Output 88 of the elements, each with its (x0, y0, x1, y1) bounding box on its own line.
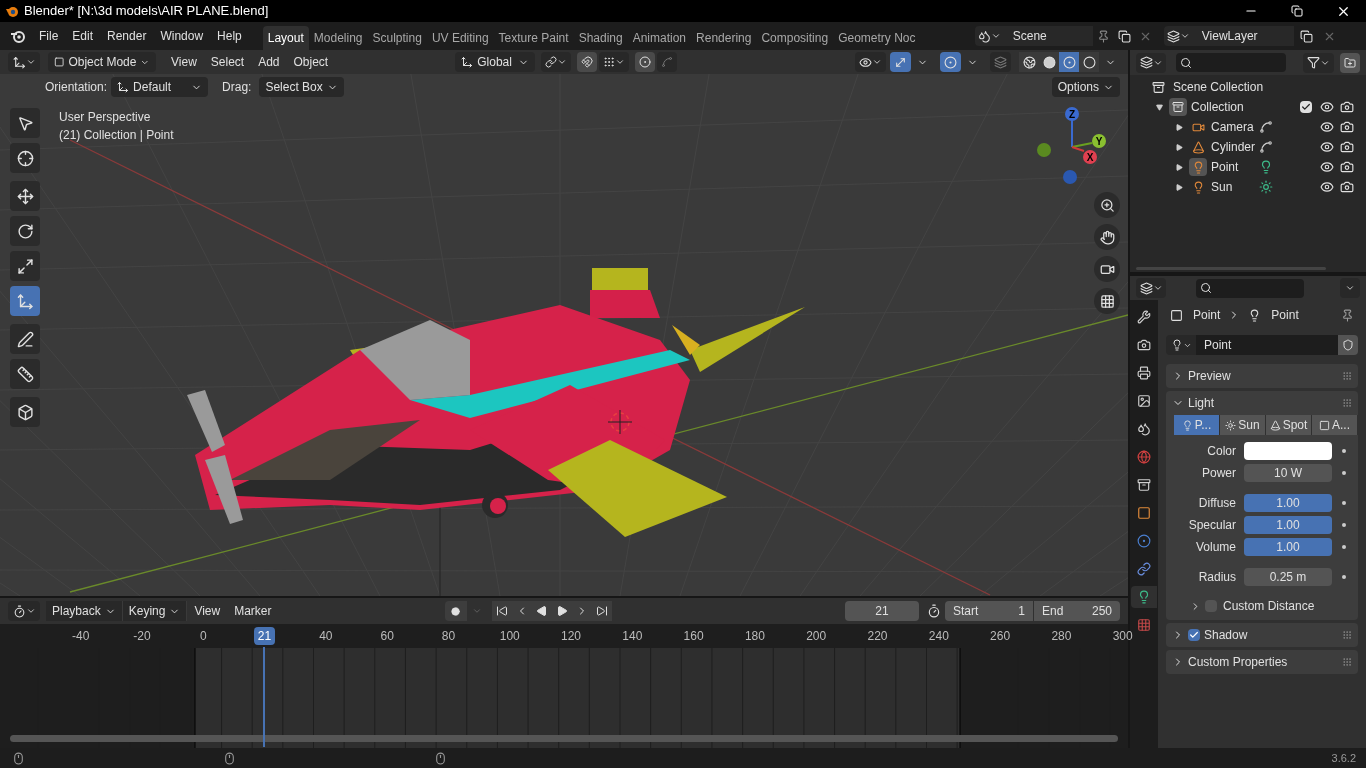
light-type-tab[interactable]: Spot (1266, 415, 1312, 435)
menu-item[interactable]: Edit (65, 25, 101, 47)
end-frame-field[interactable]: End 250 (1034, 601, 1120, 621)
workspace-tab[interactable]: Modeling (308, 26, 368, 50)
viewport-info: (21) Collection | Point (59, 127, 174, 144)
workspace-tab[interactable]: UV Editing (426, 26, 494, 50)
menu-item[interactable]: File (32, 25, 66, 47)
tree-item[interactable]: Scene Collection (1173, 78, 1264, 96)
frame-number: 140 (622, 628, 643, 645)
orientation-dropdown[interactable]: Default (111, 77, 209, 97)
factor-slider[interactable]: 1.00 (1244, 516, 1332, 534)
options-dropdown[interactable]: Options (1051, 77, 1120, 97)
frame-number: 220 (867, 628, 888, 645)
frame-number: 120 (561, 628, 582, 645)
frame-number: 160 (683, 628, 704, 645)
field-label: Power (1201, 465, 1237, 482)
panel-title[interactable]: Shadow (1204, 626, 1248, 644)
menu-item[interactable]: View (164, 52, 204, 72)
frame-number: 200 (806, 628, 827, 645)
factor-slider[interactable]: 1.00 (1244, 494, 1332, 512)
frame-number: 300 (1112, 628, 1133, 645)
light-type-tab[interactable]: A... (1312, 415, 1358, 435)
frame-number: -20 (133, 628, 151, 645)
tree-item[interactable]: Cylinder (1211, 138, 1259, 156)
workspace-tab[interactable]: Compositing (756, 26, 834, 50)
light-type-tab[interactable]: P... (1174, 415, 1220, 435)
axis-handle[interactable]: Y (1092, 134, 1106, 148)
menu-item[interactable]: Render (100, 25, 154, 47)
menu-item[interactable]: View (187, 601, 228, 621)
light-type-tab[interactable]: Sun (1220, 415, 1266, 435)
playhead-frame[interactable]: 21 (253, 627, 276, 645)
workspace-tab[interactable]: Rendering (691, 26, 757, 50)
menu-item[interactable]: Add (251, 52, 287, 72)
menu-dropdown[interactable]: Keying (122, 601, 188, 621)
menu-item[interactable]: Select (203, 52, 252, 72)
frame-number: -40 (71, 628, 90, 645)
orientation-label: Orientation: (45, 79, 108, 96)
drag-dropdown[interactable]: Select Box (259, 77, 344, 97)
scene-field[interactable]: Scene (1004, 26, 1093, 46)
frame-number: 180 (744, 628, 765, 645)
menu-item[interactable]: Window (153, 25, 211, 47)
current-frame-field[interactable]: 21 (845, 601, 919, 621)
menu-item[interactable]: Help (210, 25, 249, 47)
window-title: Blender* [N:\3d models\AIR PLANE.blend] (24, 2, 269, 21)
transform-orientation-dropdown[interactable]: Global (455, 52, 536, 72)
field-label: Volume (1194, 539, 1237, 556)
frame-number: 60 (380, 628, 394, 645)
menu-item[interactable]: Object (286, 52, 336, 72)
field-label: Diffuse (1197, 495, 1237, 512)
number-field[interactable]: 0.25 m (1244, 568, 1332, 586)
panel-title[interactable]: Light (1188, 394, 1215, 412)
datablock-name-field[interactable]: Point (1196, 335, 1338, 355)
version-label: 3.6.2 (1331, 750, 1356, 766)
workspace-tab[interactable]: Animation (627, 26, 692, 50)
axis-handle[interactable]: X (1083, 150, 1097, 164)
tree-item[interactable]: Point (1211, 158, 1259, 176)
frame-number: 80 (441, 628, 456, 645)
workspace-tab[interactable]: Texture Paint (493, 26, 574, 50)
field-label: Specular (1187, 517, 1237, 534)
frame-number: 40 (319, 628, 333, 645)
view-layer-field[interactable]: ViewLayer (1193, 26, 1294, 46)
frame-number: 0 (199, 628, 207, 645)
frame-number: 280 (1051, 628, 1072, 645)
factor-slider[interactable]: 1.00 (1244, 538, 1332, 556)
frame-number: 100 (499, 628, 520, 645)
start-frame-field[interactable]: Start 1 (945, 601, 1033, 621)
workspace-tab[interactable]: Geometry Noc (833, 26, 921, 50)
mode-dropdown[interactable]: Object Mode (48, 52, 156, 72)
menu-item[interactable]: Marker (227, 601, 279, 621)
breadcrumb-item[interactable]: Point (1193, 306, 1221, 324)
tree-item[interactable]: Camera (1211, 118, 1259, 136)
field-label: Radius (1197, 569, 1237, 586)
workspace-tab[interactable]: Sculpting (367, 26, 427, 50)
breadcrumb-item[interactable]: Point (1271, 306, 1299, 324)
subpanel-title[interactable]: Custom Distance (1223, 597, 1315, 615)
axis-handle[interactable]: Z (1065, 107, 1079, 121)
frame-number: 240 (928, 628, 949, 645)
workspace-tab[interactable]: Shading (573, 26, 628, 50)
frame-number: 260 (990, 628, 1011, 645)
tree-item[interactable]: Collection (1191, 98, 1244, 116)
menu-dropdown[interactable]: Playback (46, 601, 123, 621)
tree-item[interactable]: Sun (1211, 178, 1259, 196)
panel-title[interactable]: Preview (1188, 367, 1231, 385)
view-name: User Perspective (59, 109, 152, 126)
workspace-tab[interactable]: Layout (262, 26, 309, 50)
drag-label: Drag: (222, 79, 252, 96)
number-field[interactable]: 10 W (1244, 464, 1332, 482)
field-label: Color (1206, 443, 1237, 460)
